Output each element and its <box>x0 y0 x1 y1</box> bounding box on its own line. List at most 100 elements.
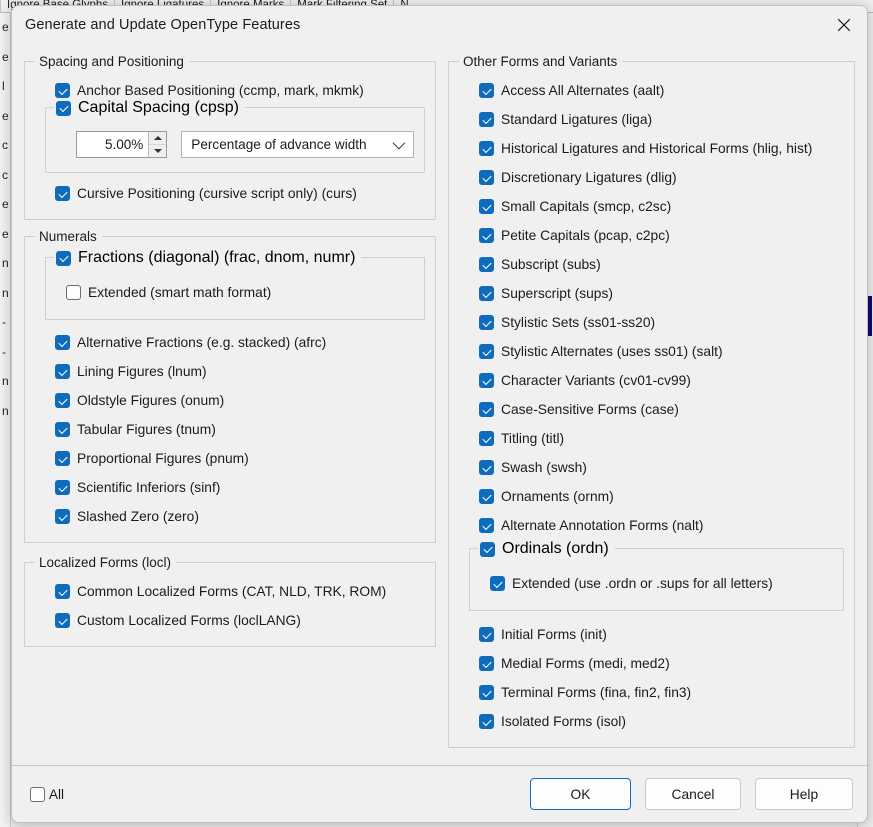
dialog-title: Generate and Update OpenType Features <box>25 17 301 33</box>
checkbox-common-localized-forms[interactable]: Common Localized Forms (CAT, NLD, TRK, R… <box>35 577 425 606</box>
checkbox-subscript[interactable]: Subscript (subs) <box>459 250 844 279</box>
checkbox-capital-spacing[interactable]: Capital Spacing (cpsp) <box>54 99 245 117</box>
checkbox-box-checked-icon <box>479 257 494 272</box>
checkbox-box-checked-icon <box>479 228 494 243</box>
bg-sliver-text: e <box>2 20 9 34</box>
checkbox-label: Lining Figures (lnum) <box>77 364 207 379</box>
dialog-titlebar: Generate and Update OpenType Features <box>12 6 867 44</box>
bg-sliver-text: l <box>2 79 5 93</box>
checkbox-stylistic-alternates[interactable]: Stylistic Alternates (uses ss01) (salt) <box>459 337 844 366</box>
checkbox-box-checked-icon <box>479 112 494 127</box>
checkbox-box-checked-icon <box>55 584 70 599</box>
capital-spacing-spinner[interactable]: 5.00% <box>76 131 168 158</box>
spinner-up-icon[interactable] <box>149 132 167 145</box>
checkbox-label: Alternate Annotation Forms (nalt) <box>501 518 704 533</box>
group-ordinals: Ordinals (ordn) Extended (use .ordn or .… <box>469 540 844 611</box>
group-title: Spacing and Positioning <box>35 54 189 69</box>
checkbox-all[interactable]: All <box>30 786 64 802</box>
checkbox-label: Ornaments (ornm) <box>501 489 614 504</box>
bg-sliver-text: n <box>2 285 9 300</box>
ok-button[interactable]: OK <box>530 778 631 810</box>
checkbox-access-all-alternates[interactable]: Access All Alternates (aalt) <box>459 76 844 105</box>
group-title: Numerals <box>35 229 102 244</box>
group-title: Localized Forms (locl) <box>35 555 177 570</box>
checkbox-label: Superscript (sups) <box>501 286 613 301</box>
checkbox-scientific-inferiors[interactable]: Scientific Inferiors (sinf) <box>35 473 425 502</box>
capital-spacing-unit-select[interactable]: Percentage of advance width <box>181 131 414 158</box>
checkbox-custom-localized-forms[interactable]: Custom Localized Forms (loclLANG) <box>35 606 425 635</box>
checkbox-proportional-figures[interactable]: Proportional Figures (pnum) <box>35 444 425 473</box>
checkbox-label: Anchor Based Positioning (ccmp, mark, mk… <box>77 83 364 98</box>
checkbox-label: Custom Localized Forms (loclLANG) <box>77 613 301 628</box>
checkbox-label: Fractions (diagonal) (frac, dnom, numr) <box>78 249 356 266</box>
close-icon[interactable] <box>821 6 867 44</box>
bg-sliver-text: c <box>2 138 8 152</box>
checkbox-initial-forms[interactable]: Initial Forms (init) <box>459 620 844 649</box>
checkbox-discretionary-ligatures[interactable]: Discretionary Ligatures (dlig) <box>459 163 844 192</box>
checkbox-box-checked-icon <box>479 141 494 156</box>
group-title: Other Forms and Variants <box>459 54 623 69</box>
checkbox-box-checked-icon <box>55 509 70 524</box>
checkbox-box-checked-icon <box>479 344 494 359</box>
checkbox-titling[interactable]: Titling (titl) <box>459 424 844 453</box>
checkbox-box-checked-icon <box>55 613 70 628</box>
checkbox-alternate-annotation-forms[interactable]: Alternate Annotation Forms (nalt) <box>459 511 844 540</box>
checkbox-superscript[interactable]: Superscript (sups) <box>459 279 844 308</box>
checkbox-medial-forms[interactable]: Medial Forms (medi, med2) <box>459 649 844 678</box>
group-spacing-and-positioning: Spacing and Positioning Anchor Based Pos… <box>24 54 436 220</box>
checkbox-fractions-diagonal[interactable]: Fractions (diagonal) (frac, dnom, numr) <box>54 249 362 267</box>
checkbox-box-checked-icon <box>479 685 494 700</box>
cancel-button[interactable]: Cancel <box>645 778 741 810</box>
help-button[interactable]: Help <box>755 778 853 810</box>
checkbox-oldstyle-figures[interactable]: Oldstyle Figures (onum) <box>35 386 425 415</box>
checkbox-label: Slashed Zero (zero) <box>77 509 199 524</box>
checkbox-fractions-extended[interactable]: Extended (smart math format) <box>56 278 414 307</box>
checkbox-small-capitals[interactable]: Small Capitals (smcp, c2sc) <box>459 192 844 221</box>
checkbox-box-checked-icon <box>479 402 494 417</box>
left-column: Spacing and Positioning Anchor Based Pos… <box>24 52 436 765</box>
numerals-checkbox-list: Alternative Fractions (e.g. stacked) (af… <box>35 328 425 531</box>
checkbox-label: Scientific Inferiors (sinf) <box>77 480 221 495</box>
checkbox-label: Initial Forms (init) <box>501 627 607 642</box>
group-localized-forms: Localized Forms (locl) Common Localized … <box>24 555 436 647</box>
checkbox-label: Access All Alternates (aalt) <box>501 83 665 98</box>
checkbox-box-unchecked-icon <box>66 285 81 300</box>
checkbox-petite-capitals[interactable]: Petite Capitals (pcap, c2pc) <box>459 221 844 250</box>
checkbox-label: Cursive Positioning (cursive script only… <box>77 186 357 201</box>
checkbox-box-checked-icon <box>479 199 494 214</box>
dialog-body: Spacing and Positioning Anchor Based Pos… <box>12 44 867 765</box>
checkbox-label: Character Variants (cv01-cv99) <box>501 373 691 388</box>
checkbox-box-checked-icon <box>479 170 494 185</box>
checkbox-alternative-fractions[interactable]: Alternative Fractions (e.g. stacked) (af… <box>35 328 425 357</box>
checkbox-cursive-positioning[interactable]: Cursive Positioning (cursive script only… <box>35 179 425 208</box>
other-forms-checkbox-list-top: Access All Alternates (aalt) Standard Li… <box>459 76 844 540</box>
checkbox-ornaments[interactable]: Ornaments (ornm) <box>459 482 844 511</box>
checkbox-slashed-zero[interactable]: Slashed Zero (zero) <box>35 502 425 531</box>
bg-sliver-text: c <box>2 167 8 182</box>
checkbox-historical-ligatures[interactable]: Historical Ligatures and Historical Form… <box>459 134 844 163</box>
spinner-value[interactable]: 5.00% <box>77 132 148 157</box>
checkbox-stylistic-sets[interactable]: Stylistic Sets (ss01-ss20) <box>459 308 844 337</box>
checkbox-box-checked-icon <box>479 286 494 301</box>
chevron-down-icon <box>392 136 406 150</box>
bg-sliver-text: e <box>2 108 9 123</box>
checkbox-terminal-forms[interactable]: Terminal Forms (fina, fin2, fin3) <box>459 678 844 707</box>
checkbox-standard-ligatures[interactable]: Standard Ligatures (liga) <box>459 105 844 134</box>
checkbox-box-checked-icon <box>479 656 494 671</box>
checkbox-swash[interactable]: Swash (swsh) <box>459 453 844 482</box>
checkbox-box-unchecked-icon <box>30 786 45 802</box>
checkbox-ordinals-extended[interactable]: Extended (use .ordn or .sups for all let… <box>480 569 833 598</box>
checkbox-box-checked-icon <box>479 431 494 446</box>
checkbox-lining-figures[interactable]: Lining Figures (lnum) <box>35 357 425 386</box>
checkbox-tabular-figures[interactable]: Tabular Figures (tnum) <box>35 415 425 444</box>
checkbox-label: Medial Forms (medi, med2) <box>501 656 670 671</box>
spinner-down-icon[interactable] <box>149 145 166 158</box>
bg-sliver-text: e <box>2 226 9 241</box>
checkbox-case-sensitive-forms[interactable]: Case-Sensitive Forms (case) <box>459 395 844 424</box>
checkbox-label: Proportional Figures (pnum) <box>77 451 249 466</box>
checkbox-ordinals[interactable]: Ordinals (ordn) <box>478 540 615 558</box>
checkbox-isolated-forms[interactable]: Isolated Forms (isol) <box>459 707 844 736</box>
spinner-arrows[interactable] <box>148 132 167 158</box>
checkbox-character-variants[interactable]: Character Variants (cv01-cv99) <box>459 366 844 395</box>
bg-sliver-text: - <box>2 315 6 329</box>
